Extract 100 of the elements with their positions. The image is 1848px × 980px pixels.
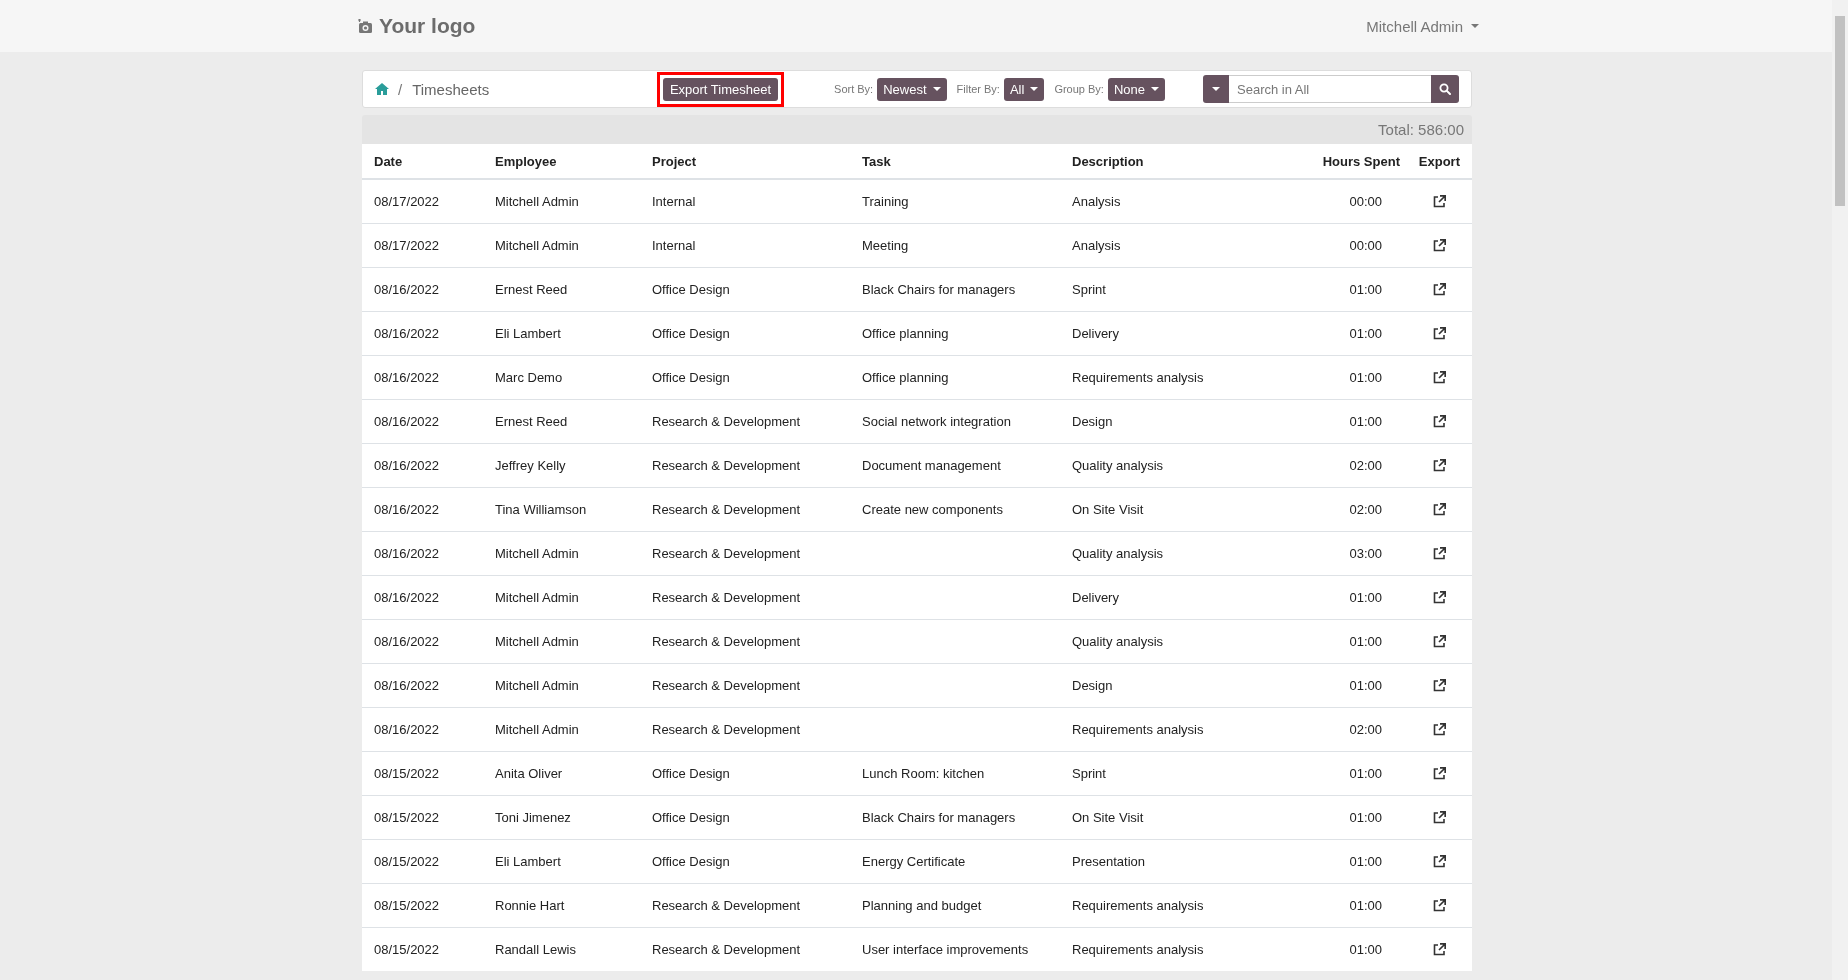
project-cell: Office Design (652, 326, 730, 341)
column-header: Description (1072, 153, 1144, 169)
hours-cell: 02:00 (1349, 458, 1382, 473)
date-cell: 08/16/2022 (374, 678, 440, 693)
search-options-button[interactable] (1203, 75, 1229, 103)
external-link-icon[interactable] (1433, 679, 1446, 692)
external-link-icon[interactable] (1433, 415, 1446, 428)
external-link-icon[interactable] (1433, 459, 1446, 472)
date-cell: 08/15/2022 (374, 854, 440, 869)
date-cell: 08/15/2022 (374, 766, 440, 781)
external-link-icon[interactable] (1433, 899, 1446, 912)
external-link-icon[interactable] (1433, 591, 1446, 604)
external-link-icon[interactable] (1433, 811, 1446, 824)
project-cell: Research & Development (652, 502, 801, 517)
employee-cell: Eli Lambert (495, 854, 561, 869)
hours-cell: 03:00 (1349, 546, 1382, 561)
camera-icon (357, 18, 373, 34)
description-cell: Delivery (1072, 590, 1119, 605)
user-menu[interactable]: Mitchell Admin (1366, 17, 1479, 35)
hours-cell: 02:00 (1349, 502, 1382, 517)
task-cell: User interface improvements (862, 942, 1029, 957)
hours-cell: 01:00 (1349, 810, 1382, 825)
home-icon[interactable] (375, 83, 389, 95)
search-icon (1439, 83, 1451, 95)
hours-cell: 01:00 (1349, 634, 1382, 649)
external-link-icon[interactable] (1433, 503, 1446, 516)
external-link-icon[interactable] (1433, 723, 1446, 736)
project-cell: Research & Development (652, 942, 801, 957)
date-cell: 08/16/2022 (374, 590, 440, 605)
project-cell: Office Design (652, 766, 730, 781)
breadcrumb: Timesheets (412, 80, 490, 98)
project-cell: Research & Development (652, 634, 801, 649)
hours-cell: 01:00 (1349, 590, 1382, 605)
employee-cell: Eli Lambert (495, 326, 561, 341)
date-cell: 08/17/2022 (374, 194, 440, 209)
scrollbar[interactable] (1832, 0, 1848, 980)
external-link-icon[interactable] (1433, 239, 1446, 252)
dropdown-label: Group By: (1054, 83, 1104, 95)
project-cell: Research & Development (652, 458, 801, 473)
employee-cell: Anita Oliver (495, 766, 563, 781)
employee-cell: Randall Lewis (495, 942, 576, 957)
breadcrumb-separator: / (398, 80, 403, 98)
external-link-icon[interactable] (1433, 767, 1446, 780)
external-link-icon[interactable] (1433, 371, 1446, 384)
hours-cell: 01:00 (1349, 282, 1382, 297)
task-cell: Planning and budget (862, 898, 982, 913)
description-cell: Quality analysis (1072, 546, 1164, 561)
task-cell: Black Chairs for managers (862, 282, 1016, 297)
hours-cell: 00:00 (1349, 238, 1382, 253)
hours-cell: 01:00 (1349, 370, 1382, 385)
task-cell: Meeting (862, 238, 909, 253)
dropdown-button[interactable]: All (1003, 77, 1045, 101)
search-button[interactable] (1431, 75, 1459, 103)
task-cell: Lunch Room: kitchen (862, 766, 985, 781)
column-header: Export (1418, 153, 1460, 169)
date-cell: 08/16/2022 (374, 502, 440, 517)
hours-cell: 02:00 (1349, 722, 1382, 737)
column-header: Employee (495, 153, 557, 169)
task-cell: Office planning (862, 370, 949, 385)
external-link-icon[interactable] (1433, 943, 1446, 956)
employee-cell: Mitchell Admin (495, 678, 579, 693)
dropdown-button[interactable]: Newest (877, 77, 947, 101)
description-cell: On Site Visit (1072, 502, 1144, 517)
task-cell: Training (862, 194, 909, 209)
task-cell: Black Chairs for managers (862, 810, 1016, 825)
project-cell: Internal (652, 238, 696, 253)
description-cell: Analysis (1072, 194, 1121, 209)
external-link-icon[interactable] (1433, 327, 1446, 340)
dropdown-button[interactable]: None (1107, 77, 1165, 101)
description-cell: Requirements analysis (1072, 722, 1204, 737)
date-cell: 08/16/2022 (374, 634, 440, 649)
dropdown-label: Sort By: (834, 83, 874, 95)
employee-cell: Jeffrey Kelly (495, 458, 566, 473)
description-cell: Design (1072, 414, 1113, 429)
project-cell: Research & Development (652, 546, 801, 561)
employee-cell: Ernest Reed (495, 282, 568, 297)
description-cell: Presentation (1072, 854, 1145, 869)
external-link-icon[interactable] (1433, 547, 1446, 560)
export-button[interactable]: Export Timesheet (662, 77, 779, 101)
description-cell: Analysis (1072, 238, 1121, 253)
search-field[interactable]: Search in All (1229, 75, 1431, 103)
external-link-icon[interactable] (1433, 283, 1446, 296)
hours-cell: 01:00 (1349, 326, 1382, 341)
project-cell: Research & Development (652, 678, 801, 693)
external-link-icon[interactable] (1433, 635, 1446, 648)
hours-cell: 01:00 (1349, 678, 1382, 693)
logo[interactable]: Your logo (355, 14, 476, 38)
hours-cell: 01:00 (1349, 766, 1382, 781)
description-cell: Requirements analysis (1072, 370, 1204, 385)
column-header: Task (862, 153, 891, 169)
project-cell: Internal (652, 194, 696, 209)
employee-cell: Mitchell Admin (495, 194, 579, 209)
task-cell: Energy Certificate (862, 854, 966, 869)
date-cell: 08/16/2022 (374, 370, 440, 385)
external-link-icon[interactable] (1433, 855, 1446, 868)
description-cell: Requirements analysis (1072, 942, 1204, 957)
description-cell: Requirements analysis (1072, 898, 1204, 913)
description-cell: Sprint (1072, 766, 1106, 781)
external-link-icon[interactable] (1433, 195, 1446, 208)
employee-cell: Mitchell Admin (495, 634, 579, 649)
